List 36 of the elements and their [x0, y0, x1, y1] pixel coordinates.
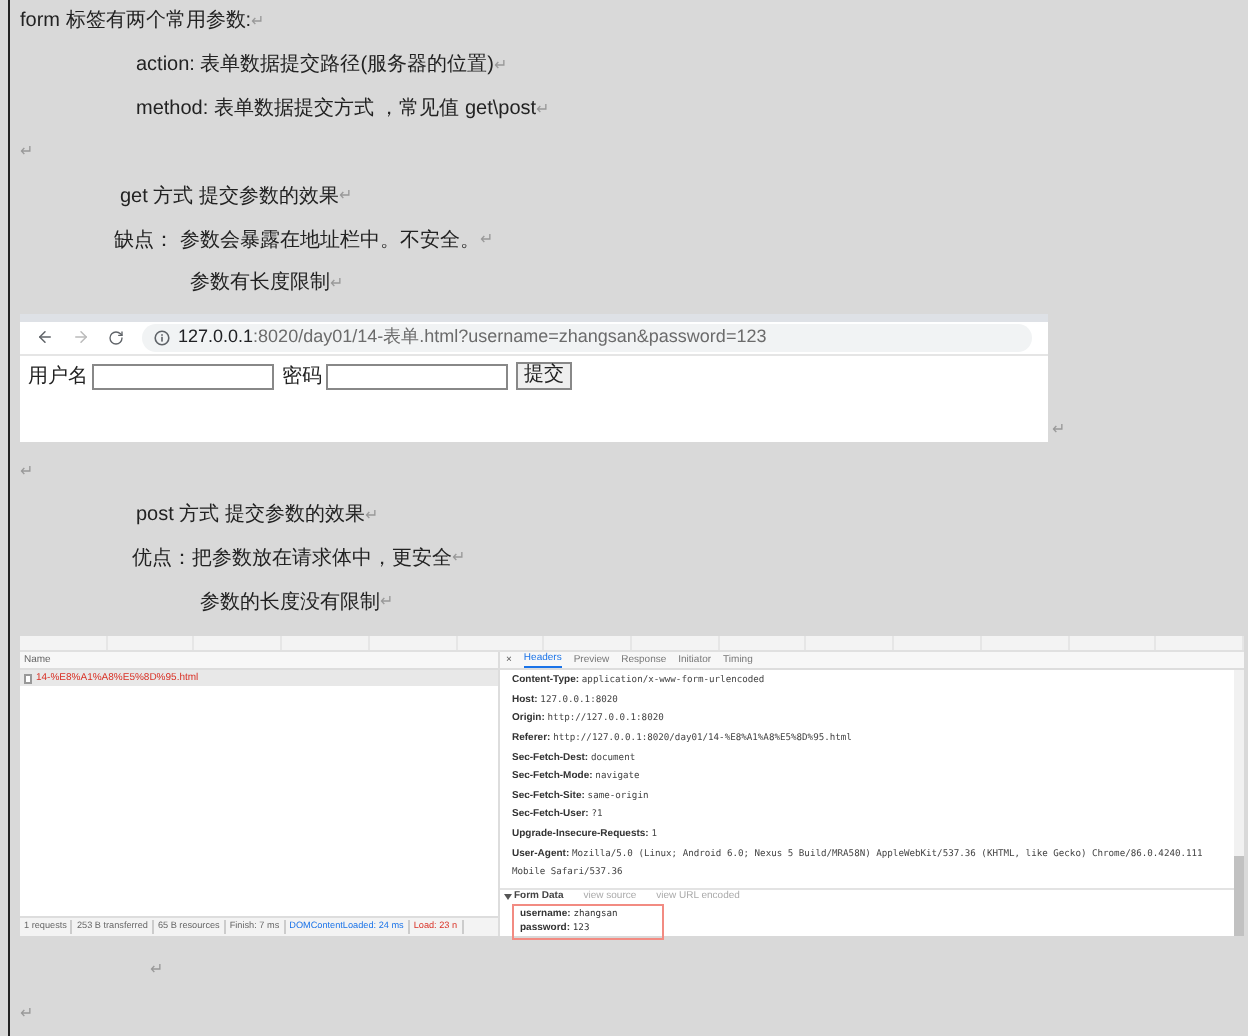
caret-icon [504, 894, 512, 901]
url-text: 127.0.0.1:8020/day01/14-表单.html?username=zhangsan&password=123 [178, 324, 767, 351]
paragraph-mark: ↵ [364, 503, 379, 528]
paragraph-mark: ↵ [536, 97, 551, 122]
address-bar[interactable]: 127.0.0.1:8020/day01/14-表单.html?username=zhangsan&password=123 [142, 323, 1032, 352]
paragraph-text: 优点：把参数放在请求体中，更安全 [132, 545, 452, 574]
back-arrow-icon[interactable] [36, 328, 54, 347]
paragraph-mark: ↵ [330, 271, 344, 296]
paragraph-mark: ↵ [150, 958, 164, 983]
paragraph-text: 缺点： 参数会暴露在地址栏中。不安全。 [114, 227, 480, 256]
input-field[interactable] [326, 363, 508, 390]
paragraph-mark: ↵ [20, 140, 34, 165]
paragraph-mark: ↵ [20, 459, 34, 484]
submit-button[interactable]: 提交 [516, 362, 572, 391]
forward-arrow-icon[interactable] [72, 328, 90, 347]
paragraph-mark: ↵ [1052, 417, 1066, 442]
paragraph-mark: ↵ [380, 590, 394, 615]
paragraph-mark: ↵ [338, 184, 353, 209]
paragraph-mark: ↵ [20, 1001, 34, 1026]
paragraph-text: form 标签有两个常用参数: [20, 7, 252, 37]
input-field[interactable] [92, 363, 274, 390]
field-label: 密码 [282, 363, 322, 392]
paragraph-text: method: 表单数据提交方式 ，常见值 get\post [136, 95, 537, 125]
field-label: 用户名 [28, 363, 88, 392]
paragraph-mark: ↵ [452, 546, 466, 571]
paragraph-mark: ↵ [493, 53, 508, 78]
scrollbar[interactable] [1234, 670, 1244, 937]
info-icon [154, 329, 170, 346]
paragraph-text: post 方式 提交参数的效果 [136, 501, 365, 531]
paragraph-text: get 方式 提交参数的效果 [120, 183, 339, 212]
paragraph-text: action: 表单数据提交路径(服务器的位置) [136, 51, 494, 81]
paragraph-text: 参数有长度限制 [190, 269, 330, 299]
paragraph-text: 参数的长度没有限制 [200, 589, 380, 618]
paragraph-mark: ↵ [479, 228, 494, 253]
paragraph-mark: ↵ [251, 9, 266, 34]
reload-icon[interactable] [108, 329, 124, 346]
